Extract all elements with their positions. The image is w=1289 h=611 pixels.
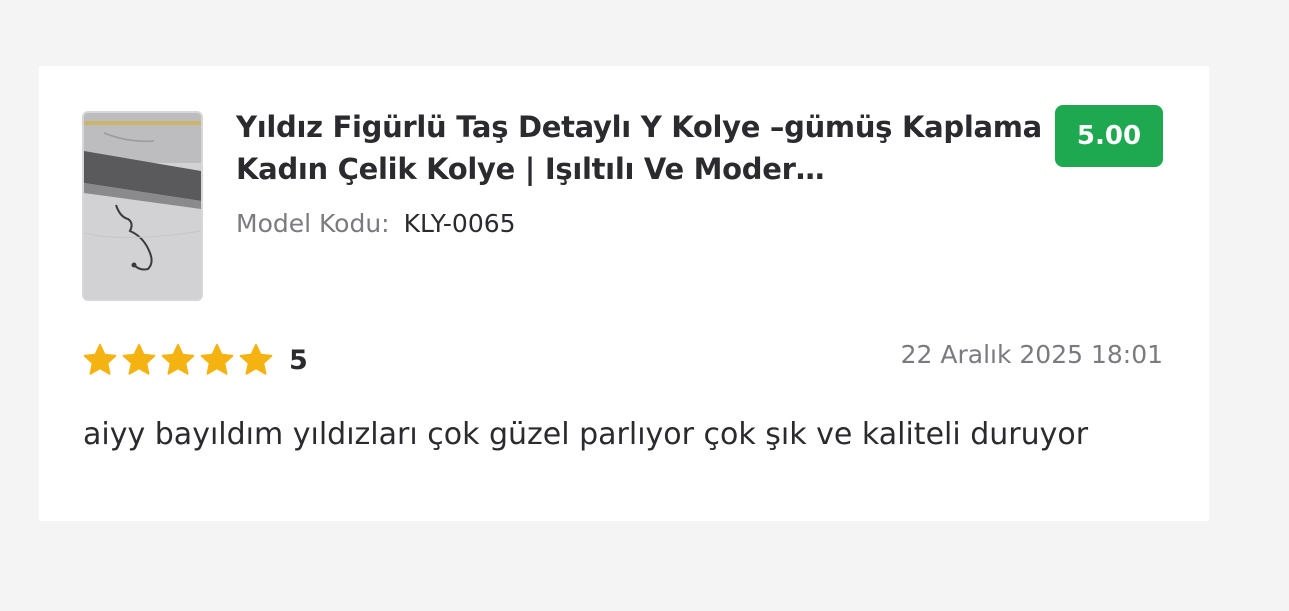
review-card: Yıldız Figürlü Taş Detaylı Y Kolye –gümü… [39,66,1209,521]
star-rating: 5 [82,342,308,378]
necklace-photo-icon [84,113,201,299]
star-icon [239,343,273,375]
model-code-row: Model Kodu: KLY-0065 [236,206,516,242]
star-icon [161,343,195,375]
product-title[interactable]: Yıldız Figürlü Taş Detaylı Y Kolye –gümü… [236,106,1056,190]
rating-value: 5 [289,344,308,376]
stars-container [82,342,277,378]
review-comment: aiyy bayıldım yıldızları çok güzel parlı… [83,417,1089,452]
star-icon [122,343,156,375]
star-icon [83,343,117,375]
review-date: 22 Aralık 2025 18:01 [900,340,1163,369]
star-icon [200,343,234,375]
score-badge: 5.00 [1055,105,1163,167]
product-thumbnail[interactable] [82,111,203,301]
model-code-value: KLY-0065 [403,209,516,238]
model-code-label: Model Kodu: [236,209,390,238]
